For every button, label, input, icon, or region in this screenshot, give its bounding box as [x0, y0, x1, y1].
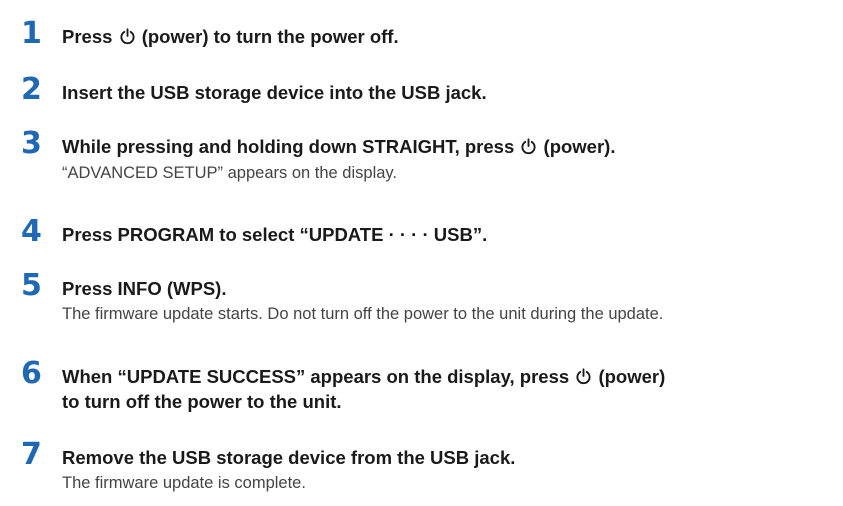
step-number: 1	[21, 16, 42, 51]
step-title-text: Press	[62, 26, 118, 47]
step-title: Remove the USB storage device from the U…	[62, 447, 516, 468]
step-title-text: (power)	[598, 366, 666, 387]
step-title-text: When “UPDATE SUCCESS” appears on the dis…	[62, 366, 575, 387]
step-description: The firmware update starts. Do not turn …	[62, 305, 664, 323]
step-number: 2	[21, 72, 42, 107]
step-title: Press (power) to turn the power off.	[62, 24, 399, 49]
step-number: 4	[21, 214, 42, 249]
step-title-continued: to turn off the power to the unit.	[62, 391, 342, 412]
step-description: The firmware update is complete.	[62, 474, 306, 492]
step-number: 3	[21, 126, 42, 161]
step-title-text: (power) to turn the power off.	[141, 26, 399, 47]
step-title: While pressing and holding down STRAIGHT…	[62, 134, 615, 159]
step-title: Press PROGRAM to select “UPDATE · · · · …	[62, 224, 488, 245]
step-title-text: (power).	[543, 136, 616, 157]
step-title: Insert the USB storage device into the U…	[62, 82, 487, 103]
step-number: 6	[21, 356, 42, 391]
page: { "steps": [ { "number": "1", "parts": […	[0, 0, 843, 506]
step-number: 7	[21, 437, 42, 472]
step-description: “ADVANCED SETUP” appears on the display.	[62, 164, 398, 182]
power-icon	[119, 28, 136, 45]
step-title: When “UPDATE SUCCESS” appears on the dis…	[62, 364, 665, 389]
step-title-text: While pressing and holding down STRAIGHT…	[62, 136, 520, 157]
power-icon	[520, 138, 537, 155]
power-icon	[575, 368, 592, 385]
step-number: 5	[21, 268, 42, 303]
step-title: Press INFO (WPS).	[62, 278, 227, 299]
